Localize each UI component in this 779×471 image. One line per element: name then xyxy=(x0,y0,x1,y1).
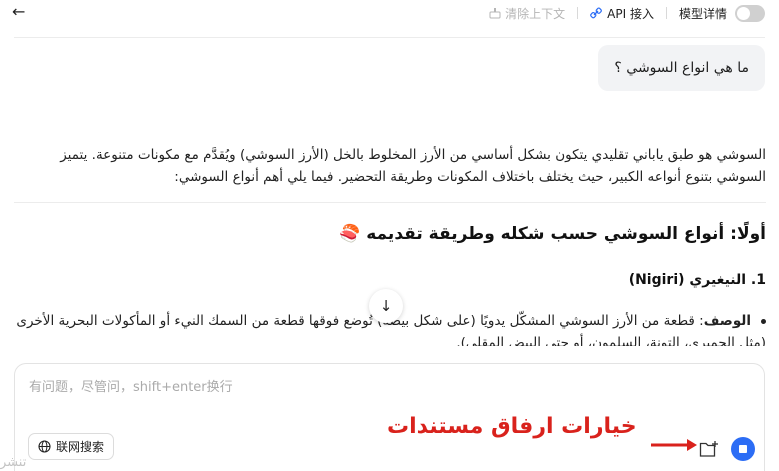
clear-context-label: 清除上下文 xyxy=(505,6,566,21)
answer-intro: السوشي هو طبق ياباني تقليدي يتكون بشكل أ… xyxy=(60,147,766,185)
chat-input-placeholder[interactable]: 有问题，尽管问，shift+enter换行 xyxy=(29,376,233,395)
model-details-toggle[interactable] xyxy=(735,4,765,22)
chat-input-box[interactable]: 有问题，尽管问，shift+enter换行 联网搜索 خيارات ارفاق … xyxy=(14,363,765,471)
user-message-bubble: ما هي انواع السوشي ؟ xyxy=(598,45,765,91)
globe-icon xyxy=(38,440,51,453)
answer-divider xyxy=(14,202,766,203)
top-bar: ← 清除上下文 API 接入 模型详情 xyxy=(0,0,779,26)
divider xyxy=(665,7,667,19)
stop-icon xyxy=(739,445,747,453)
clear-context-button[interactable]: 清除上下文 xyxy=(489,5,565,22)
model-details-label: 模型详情 xyxy=(678,6,727,21)
model-details: 模型详情 xyxy=(678,4,765,22)
top-divider xyxy=(14,37,765,38)
api-access-button[interactable]: API 接入 xyxy=(590,5,654,22)
link-icon xyxy=(590,7,603,19)
send-button[interactable] xyxy=(731,437,755,461)
annotation-arrow-icon xyxy=(651,439,697,451)
bullet-label: الوصف xyxy=(703,313,751,329)
api-access-label: API 接入 xyxy=(607,6,654,21)
broom-icon xyxy=(489,8,501,19)
attach-file-icon[interactable] xyxy=(699,440,719,458)
assistant-answer: السوشي هو طبق ياباني تقليدي يتكون بشكل أ… xyxy=(14,144,766,188)
bottom-text-fragment: تنشر xyxy=(0,455,27,470)
web-search-button[interactable]: 联网搜索 xyxy=(28,433,115,460)
scroll-down-button[interactable]: ↓ xyxy=(369,289,403,323)
top-actions: 清除上下文 API 接入 模型详情 xyxy=(489,4,765,22)
divider xyxy=(577,7,579,19)
annotation-label: خيارات ارفاق مستندات xyxy=(387,414,637,439)
back-arrow-icon[interactable]: ← xyxy=(12,2,34,22)
arrow-down-icon: ↓ xyxy=(379,297,393,315)
web-search-label: 联网搜索 xyxy=(56,440,105,454)
bullet-dot xyxy=(761,318,766,324)
answer-heading: أولًا: أنواع السوشي حسب شكله وطريقة تقدي… xyxy=(339,224,766,244)
answer-subheading: 1. النيغيري (Nigiri) xyxy=(628,272,766,288)
